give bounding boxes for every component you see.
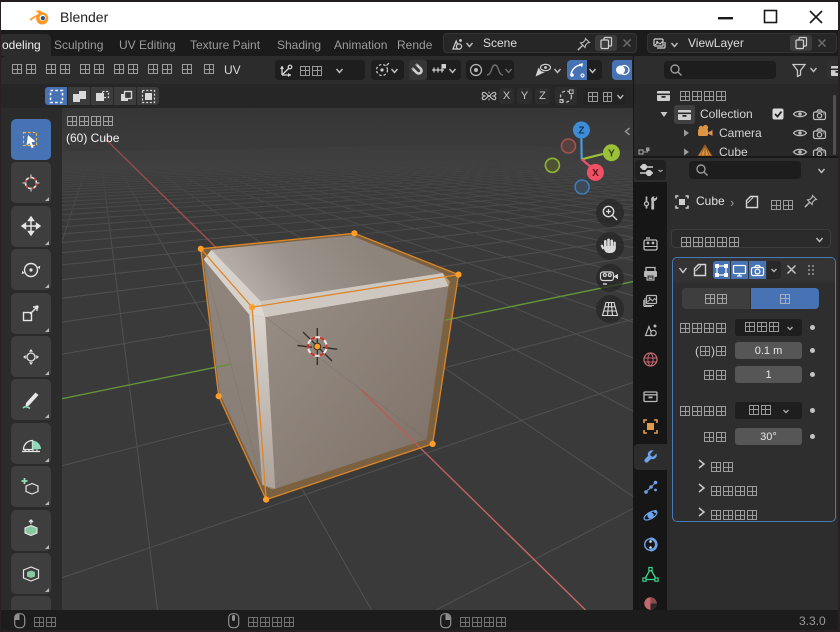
svg-text:Y: Y [608,148,615,159]
svg-text:Z: Z [578,126,584,137]
svg-text:X: X [592,168,599,179]
